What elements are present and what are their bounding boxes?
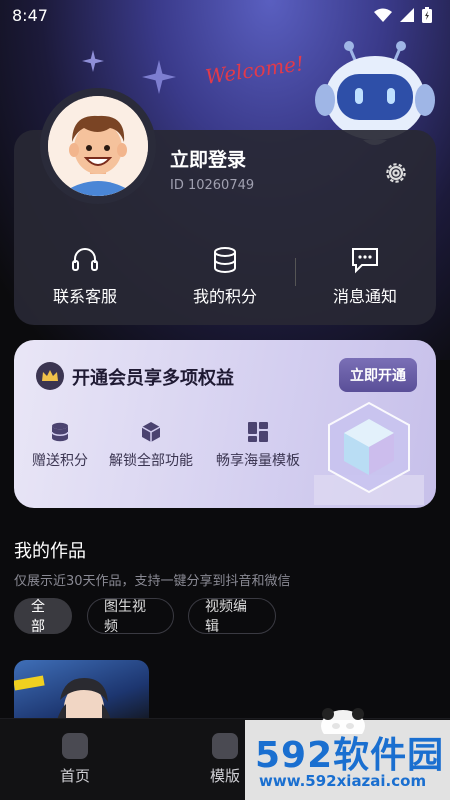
vip-title: 开通会员享多项权益: [72, 368, 234, 389]
headset-icon: [72, 248, 98, 271]
grid-icon: [248, 422, 268, 442]
quick-action-label: 我的积分: [192, 287, 257, 306]
filter-chip-image-to-video[interactable]: 图生视频: [87, 598, 174, 635]
vip-perk-label: 解锁全部功能: [109, 453, 193, 469]
filter-chip-video-edit[interactable]: 视频编辑: [188, 598, 276, 635]
status-bar: 8:47: [0, 0, 450, 30]
tab-home[interactable]: 首页: [35, 733, 115, 786]
sparkle-icon: [142, 60, 176, 94]
user-id: ID 10260749: [170, 178, 255, 193]
avatar[interactable]: [40, 88, 156, 204]
vip-perk-unlock: 解锁全部功能: [109, 420, 193, 470]
tab-label: 模版: [209, 767, 240, 785]
tab-label: 首页: [59, 767, 90, 785]
sparkle-icon: [82, 50, 104, 72]
battery-icon: [422, 7, 432, 23]
works-section-title: 我的作品: [14, 541, 86, 562]
filter-chip-all[interactable]: 全部: [14, 598, 72, 635]
quick-action-label: 联系客服: [52, 287, 117, 306]
quick-action-notifications[interactable]: 消息通知: [295, 245, 435, 307]
settings-gear-icon[interactable]: [383, 160, 409, 186]
template-icon: [212, 733, 238, 759]
home-icon: [62, 733, 88, 759]
status-time: 8:47: [12, 5, 48, 25]
vip-perk-label: 赠送积分: [32, 453, 88, 469]
vip-membership-card[interactable]: 开通会员享多项权益 立即开通 赠送积分 解锁全部功能 畅享海量模板: [14, 340, 436, 508]
vip-activate-button[interactable]: 立即开通: [339, 358, 417, 392]
works-section-subtitle: 仅展示近30天作品，支持一键分享到抖音和微信: [14, 574, 291, 589]
watermark-url: www.592xiazai.com: [259, 772, 427, 790]
crystal-gem-icon: [314, 401, 424, 505]
login-button[interactable]: 立即登录: [170, 145, 246, 172]
cube-icon: [141, 422, 161, 442]
vip-perk-templates: 畅享海量模板: [216, 420, 300, 470]
vip-perk-points: 赠送积分: [32, 420, 88, 470]
boy-avatar-icon: [48, 96, 148, 196]
vip-perk-label: 畅享海量模板: [216, 453, 300, 469]
quick-action-points[interactable]: 我的积分: [155, 245, 295, 307]
status-icons: [374, 7, 432, 23]
watermark-overlay: 592软件园 www.592xiazai.com: [245, 720, 450, 800]
message-icon: [352, 248, 378, 274]
quick-action-customer-service[interactable]: 联系客服: [15, 245, 155, 307]
crown-icon: [36, 362, 64, 390]
avatar-image: [48, 96, 148, 196]
signal-icon: [400, 8, 414, 22]
wifi-icon: [374, 8, 392, 22]
coins-icon: [51, 422, 69, 442]
coins-icon: [214, 247, 236, 273]
watermark-brand: 592软件园: [255, 735, 445, 776]
quick-action-label: 消息通知: [332, 287, 397, 306]
